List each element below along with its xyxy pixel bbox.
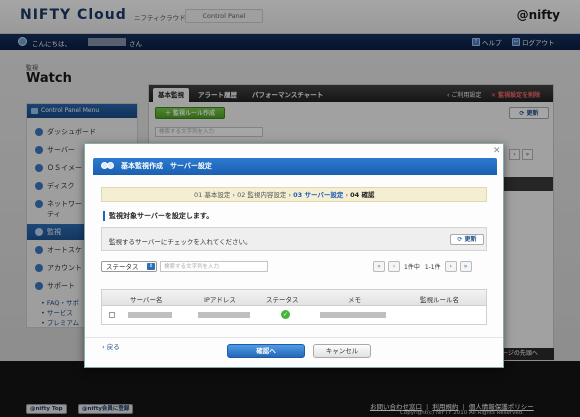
row-checkbox[interactable] <box>109 312 115 318</box>
wizard-steps: 01 基本設定 › 02 監視内容設定 › 03 サーバー設定 › 04 確認 <box>101 187 487 202</box>
table-header: サーバー名 IPアドレス ステータス メモ 監視ルール名 <box>102 290 486 306</box>
page-count: 1件中 <box>404 263 420 271</box>
section-heading: 監視対象サーバーを設定します。 <box>103 211 213 221</box>
filter-input[interactable]: 検索する文字列を入力 <box>160 261 268 272</box>
step-basic-settings: 01 基本設定 <box>194 191 231 199</box>
instruction-text: 監視するサーバーにチェックを入れてください。 <box>109 238 252 246</box>
close-icon[interactable]: ✕ <box>493 146 501 156</box>
refresh-icon: ⟳ <box>457 236 463 243</box>
back-label: 戻る <box>106 343 120 351</box>
modal-dialog: ✕ 基本監視作成 サーバー設定 01 基本設定 › 02 監視内容設定 › 03… <box>84 143 504 368</box>
col-memo: メモ <box>348 296 361 304</box>
modal-title-bar: 基本監視作成 サーバー設定 <box>93 158 497 175</box>
status-ok-icon: ✓ <box>281 310 290 319</box>
cancel-button[interactable]: キャンセル <box>313 344 371 358</box>
pager: « ‹ 1件中 1-1件 › » <box>373 259 472 273</box>
col-status: ステータス <box>266 296 299 304</box>
back-link[interactable]: ‹ 戻る <box>102 341 120 351</box>
prev-page-icon[interactable]: ‹ <box>388 260 400 272</box>
step-server-settings: 03 サーバー設定 <box>293 191 344 199</box>
page-range: 1-1件 <box>424 263 441 271</box>
col-rule-name: 監視ルール名 <box>420 296 459 304</box>
refresh-label: 更新 <box>464 236 477 243</box>
modal-footer: ‹ 戻る 確認へ キャンセル <box>85 337 503 367</box>
modal-title: 基本監視作成 サーバー設定 <box>121 162 212 170</box>
confirm-button[interactable]: 確認へ <box>227 344 305 358</box>
next-page-icon[interactable]: › <box>444 260 457 272</box>
binoculars-icon <box>101 161 115 172</box>
ip-address-redacted <box>198 312 250 318</box>
back-chevron-icon: ‹ <box>102 343 105 351</box>
step-confirm: 04 確認 <box>350 191 375 199</box>
status-select[interactable]: ステータス ⇕ <box>101 261 157 272</box>
filter-row: ステータス ⇕ 検索する文字列を入力 « ‹ 1件中 1-1件 › » <box>101 259 487 273</box>
instruction-box: 監視するサーバーにチェックを入れてください。 ⟳ 更新 <box>101 227 487 251</box>
table-row[interactable]: ✓ <box>102 306 486 324</box>
refresh-button[interactable]: ⟳ 更新 <box>450 234 484 245</box>
first-page-icon[interactable]: « <box>373 260 385 272</box>
server-name-redacted <box>128 312 172 318</box>
col-ip-address: IPアドレス <box>204 296 236 304</box>
memo-redacted <box>320 312 386 318</box>
last-page-icon[interactable]: » <box>459 260 472 272</box>
select-arrow-icon: ⇕ <box>147 263 155 270</box>
step-watch-content: 02 監視内容設定 <box>237 191 287 199</box>
status-select-value: ステータス <box>106 263 139 271</box>
server-table: サーバー名 IPアドレス ステータス メモ 監視ルール名 ✓ <box>101 289 487 325</box>
col-server-name: サーバー名 <box>130 296 163 304</box>
